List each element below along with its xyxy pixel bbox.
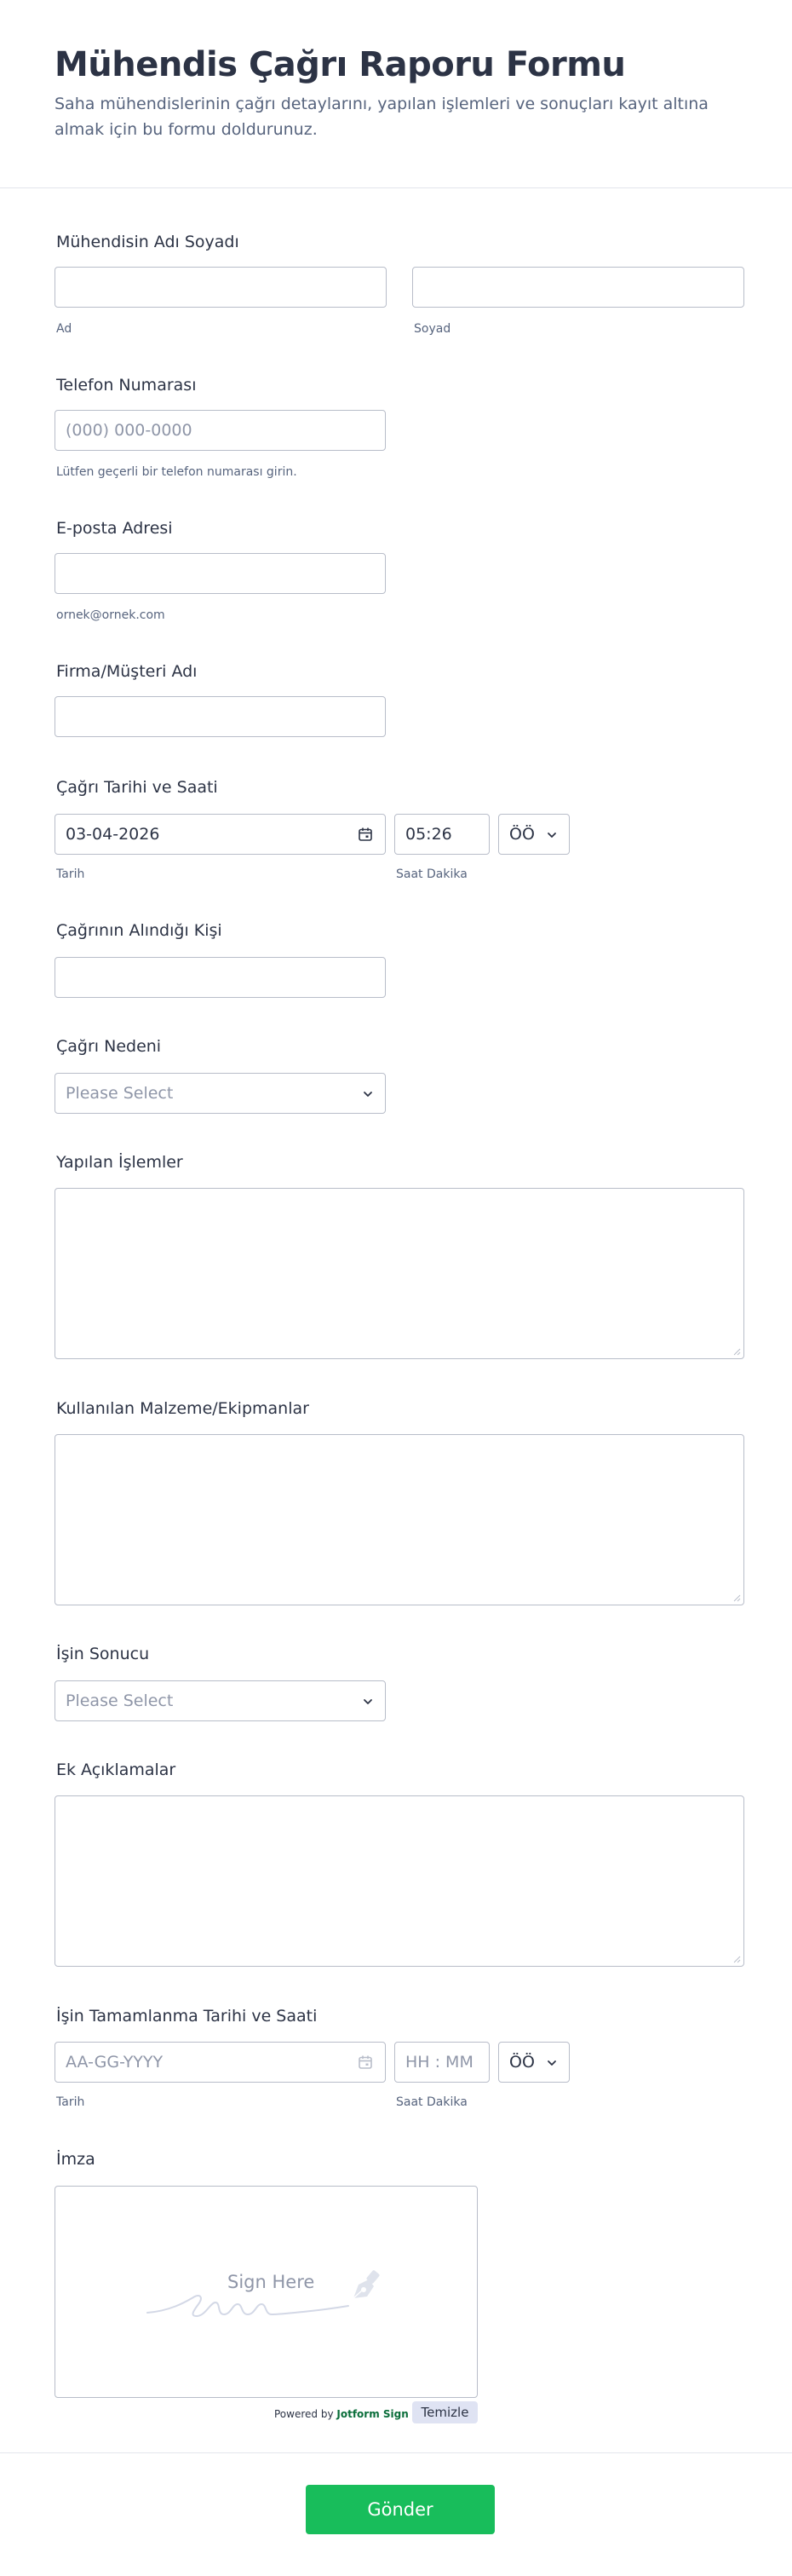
chevron-down-icon [364,1092,372,1097]
signature-pad[interactable]: Sign Here [55,2186,478,2398]
last-name-input[interactable] [412,267,744,308]
materials-textarea[interactable] [55,1434,744,1605]
completion-time-input[interactable]: HH : MM [394,2042,490,2083]
resize-grip-icon[interactable] [732,1347,741,1356]
engineer-name-label: Mühendisin Adı Soyadı [56,233,239,251]
phone-label: Telefon Numarası [56,376,197,395]
result-label: İşin Sonucu [56,1645,150,1663]
materials-label: Kullanılan Malzeme/Ekipmanlar [56,1399,309,1418]
actions-textarea[interactable] [55,1188,744,1359]
pen-icon [353,2270,380,2299]
completion-date-sublabel: Tarih [56,2095,85,2109]
call-time-input[interactable]: 05:26 [394,814,490,855]
form-subtitle: Saha mühendislerinin çağrı detaylarını, … [55,95,709,139]
calendar-icon[interactable] [358,827,373,842]
completion-date-placeholder: AA-GG-YYYY [66,2053,164,2072]
notes-label: Ek Açıklamalar [56,1761,176,1779]
chevron-down-icon [548,2060,556,2066]
phone-help: Lütfen geçerli bir telefon numarası giri… [56,465,297,479]
call-date-sublabel: Tarih [56,867,85,881]
call-ampm-value: ÖÖ [509,825,535,844]
call-ampm-select[interactable]: ÖÖ [498,814,570,855]
call-reason-label: Çağrı Nedeni [56,1037,162,1056]
form-header: Mühendis Çağrı Raporu Formu Saha mühendi… [0,0,792,188]
call-reason-select[interactable]: Please Select [55,1073,386,1114]
chevron-down-icon [548,833,556,838]
phone-placeholder: (000) 000-0000 [66,421,192,440]
actions-label: Yapılan İşlemler [56,1153,183,1172]
completion-ampm-select[interactable]: ÖÖ [498,2042,570,2083]
form-title: Mühendis Çağrı Raporu Formu [55,45,626,84]
call-from-input[interactable] [55,957,386,998]
result-select[interactable]: Please Select [55,1680,386,1721]
resize-grip-icon[interactable] [732,1955,741,1963]
email-input[interactable] [55,553,386,594]
powered-by-text: Powered by Jotform Sign [274,2407,409,2421]
call-time-value: 05:26 [405,825,452,844]
first-name-sublabel: Ad [56,322,72,336]
sign-here-text: Sign Here [227,2272,315,2292]
phone-input[interactable]: (000) 000-0000 [55,410,386,451]
call-date-input[interactable]: 03-04-2026 [55,814,386,855]
company-label: Firma/Müşteri Adı [56,662,198,681]
powered-by-brand: Jotform Sign [336,2408,409,2420]
notes-textarea[interactable] [55,1795,744,1967]
first-name-input[interactable] [55,267,387,308]
completion-ampm-value: ÖÖ [509,2053,535,2072]
calendar-icon[interactable] [358,2054,373,2070]
completion-time-sublabel: Saat Dakika [396,2095,468,2109]
email-label: E-posta Adresi [56,519,173,538]
chevron-down-icon [364,1699,372,1704]
call-datetime-label: Çağrı Tarihi ve Saati [56,778,218,797]
call-from-label: Çağrının Alındığı Kişi [56,921,222,940]
last-name-sublabel: Soyad [414,322,451,336]
call-time-sublabel: Saat Dakika [396,867,468,881]
powered-by-prefix: Powered by [274,2408,334,2420]
call-reason-placeholder: Please Select [66,1084,174,1103]
resize-grip-icon[interactable] [732,1593,741,1602]
completion-datetime-label: İşin Tamamlanma Tarihi ve Saati [56,2007,318,2026]
company-input[interactable] [55,696,386,737]
clear-signature-button[interactable]: Temizle [412,2401,478,2423]
submit-button[interactable]: Gönder [306,2485,495,2534]
signature-label: İmza [56,2150,95,2169]
result-placeholder: Please Select [66,1691,174,1710]
completion-date-input[interactable]: AA-GG-YYYY [55,2042,386,2083]
footer-divider [0,2452,792,2453]
call-date-value: 03-04-2026 [66,825,160,844]
email-help: ornek@ornek.com [56,608,165,622]
completion-time-placeholder: HH : MM [405,2053,473,2072]
